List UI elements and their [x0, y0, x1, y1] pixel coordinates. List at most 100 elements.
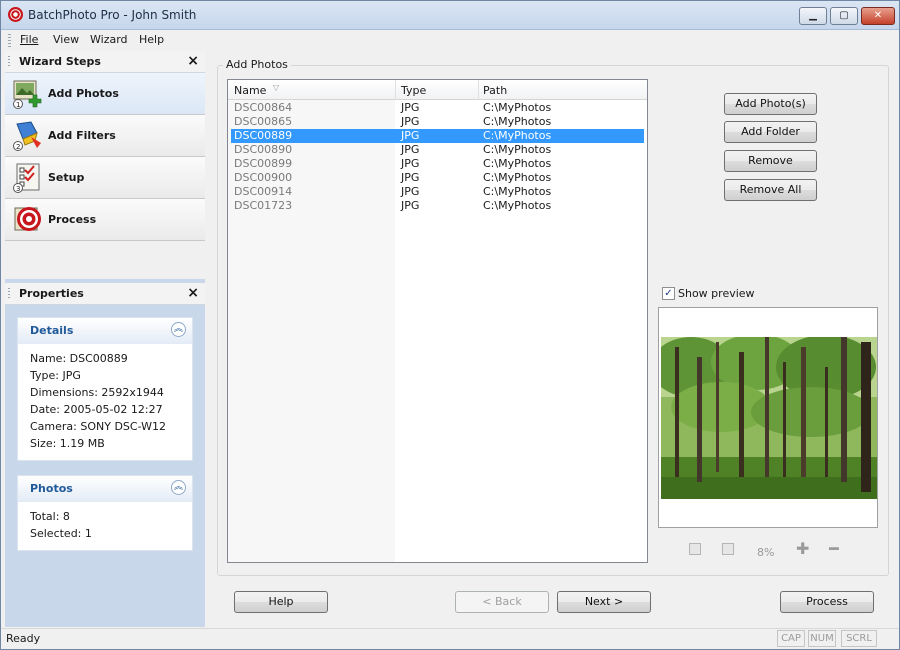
wizard-step-label: Add Filters: [48, 129, 116, 142]
row-path: C:\MyPhotos: [483, 171, 552, 184]
menu-bar: File View Wizard Help: [1, 30, 899, 50]
photo-list[interactable]: Name ▽ Type Path DSC00864 JPG C:\MyPhoto…: [227, 79, 648, 563]
details-title: Details: [30, 324, 74, 337]
detail-size: Size: 1.19 MB: [30, 437, 105, 450]
menu-file[interactable]: File: [20, 33, 38, 46]
pane-grip-icon[interactable]: [8, 288, 10, 300]
num-lock-indicator: NUM: [808, 630, 836, 647]
title-bar[interactable]: BatchPhoto Pro - John Smith ▁ ▢ ✕: [1, 1, 899, 30]
table-row[interactable]: DSC00864 JPG C:\MyPhotos: [228, 101, 647, 115]
menu-help[interactable]: Help: [139, 33, 164, 46]
wizard-step-process[interactable]: Process: [5, 199, 205, 241]
menubar-grip-icon[interactable]: [8, 34, 11, 47]
table-row[interactable]: DSC01723 JPG C:\MyPhotos: [228, 199, 647, 213]
wizard-step-label: Add Photos: [48, 87, 119, 100]
fit-to-window-icon[interactable]: [689, 543, 701, 555]
wizard-step-label: Setup: [48, 171, 85, 184]
next-button[interactable]: Next >: [557, 591, 651, 613]
batchphoto-app-icon[interactable]: [8, 7, 23, 22]
show-preview-label[interactable]: Show preview: [678, 287, 755, 300]
close-wizard-steps-icon[interactable]: ×: [187, 53, 199, 69]
photos-selected: Selected: 1: [30, 527, 92, 540]
wizard-step-add-photos[interactable]: 1 Add Photos: [5, 73, 205, 115]
actual-size-icon[interactable]: [722, 543, 734, 555]
collapse-details-icon[interactable]: ︽: [171, 322, 186, 337]
column-separator[interactable]: [395, 80, 396, 100]
table-row[interactable]: DSC00890 JPG C:\MyPhotos: [228, 143, 647, 157]
preview-image: [661, 337, 877, 499]
detail-name: Name: DSC00889: [30, 352, 128, 365]
add-folder-button[interactable]: Add Folder: [724, 121, 817, 143]
column-separator[interactable]: [478, 80, 479, 100]
row-name: DSC00900: [234, 171, 293, 184]
row-type: JPG: [401, 199, 420, 212]
wizard-step-label: Process: [48, 213, 97, 226]
table-row[interactable]: DSC00914 JPG C:\MyPhotos: [228, 185, 647, 199]
wizard-steps-title: Wizard Steps: [19, 55, 101, 68]
row-type: JPG: [401, 115, 420, 128]
photos-title: Photos: [30, 482, 73, 495]
row-type: JPG: [401, 185, 420, 198]
menu-view[interactable]: View: [53, 33, 79, 46]
properties-header: Properties ×: [5, 283, 205, 305]
row-name: DSC01723: [234, 199, 293, 212]
row-name: DSC00864: [234, 101, 293, 114]
svg-text:3: 3: [16, 185, 20, 193]
row-type: JPG: [401, 101, 420, 114]
table-row[interactable]: DSC00865 JPG C:\MyPhotos: [228, 115, 647, 129]
row-path: C:\MyPhotos: [483, 185, 552, 198]
wizard-step-add-filters[interactable]: 2 Add Filters: [5, 115, 205, 157]
maximize-button[interactable]: ▢: [830, 7, 858, 25]
table-row[interactable]: DSC00900 JPG C:\MyPhotos: [228, 171, 647, 185]
status-text: Ready: [6, 632, 41, 645]
row-type: JPG: [401, 129, 420, 142]
wizard-step-setup[interactable]: 3 Setup: [5, 157, 205, 199]
photos-card: Photos ︽ Total: 8 Selected: 1: [17, 475, 193, 551]
remove-button[interactable]: Remove: [724, 150, 817, 172]
column-header-type[interactable]: Type: [401, 84, 426, 97]
row-type: JPG: [401, 171, 420, 184]
details-card: Details ︽ Name: DSC00889 Type: JPG Dimen…: [17, 317, 193, 461]
back-button[interactable]: < Back: [455, 591, 549, 613]
table-row[interactable]: DSC00899 JPG C:\MyPhotos: [228, 157, 647, 171]
help-button[interactable]: Help: [234, 591, 328, 613]
row-name: DSC00890: [234, 143, 293, 156]
close-window-button[interactable]: ✕: [861, 7, 895, 25]
column-header-name[interactable]: Name: [234, 84, 266, 97]
svg-text:1: 1: [16, 101, 20, 109]
row-type: JPG: [401, 157, 420, 170]
table-row-selected[interactable]: DSC00889 JPG C:\MyPhotos: [231, 129, 644, 143]
show-preview-checkbox[interactable]: ✓: [662, 287, 675, 300]
list-header: Name ▽ Type Path: [228, 80, 647, 100]
row-path: C:\MyPhotos: [483, 129, 552, 142]
setup-icon: 3: [13, 163, 40, 193]
column-header-path[interactable]: Path: [483, 84, 507, 97]
left-panel: Wizard Steps × 1 Add Photos 2 Add Filter…: [5, 51, 205, 627]
wizard-steps-list: 1 Add Photos 2 Add Filters 3 Setup Proce…: [5, 73, 205, 279]
minimize-button[interactable]: ▁: [799, 7, 827, 25]
zoom-out-icon[interactable]: ━: [829, 541, 839, 557]
collapse-photos-icon[interactable]: ︽: [171, 480, 186, 495]
scroll-lock-indicator: SCRL: [841, 630, 877, 647]
add-photos-group-label: Add Photos: [223, 58, 291, 71]
sort-indicator-icon: ▽: [273, 83, 280, 92]
photo-preview: [658, 307, 878, 528]
menu-wizard[interactable]: Wizard: [90, 33, 128, 46]
properties-title: Properties: [19, 287, 84, 300]
close-properties-icon[interactable]: ×: [187, 285, 199, 301]
row-path: C:\MyPhotos: [483, 101, 552, 114]
detail-type: Type: JPG: [30, 369, 81, 382]
remove-all-button[interactable]: Remove All: [724, 179, 817, 201]
photos-card-header[interactable]: Photos ︽: [18, 476, 192, 502]
add-photos-button[interactable]: Add Photo(s): [724, 93, 817, 115]
window-title: BatchPhoto Pro - John Smith: [28, 8, 197, 22]
details-card-header[interactable]: Details ︽: [18, 318, 192, 344]
process-button[interactable]: Process: [780, 591, 874, 613]
photos-total: Total: 8: [30, 510, 70, 523]
row-path: C:\MyPhotos: [483, 115, 552, 128]
add-filters-icon: 2: [13, 121, 41, 151]
svg-text:2: 2: [16, 143, 20, 151]
row-name: DSC00899: [234, 157, 293, 170]
zoom-in-icon[interactable]: ✚: [796, 541, 809, 557]
pane-grip-icon[interactable]: [8, 56, 10, 68]
